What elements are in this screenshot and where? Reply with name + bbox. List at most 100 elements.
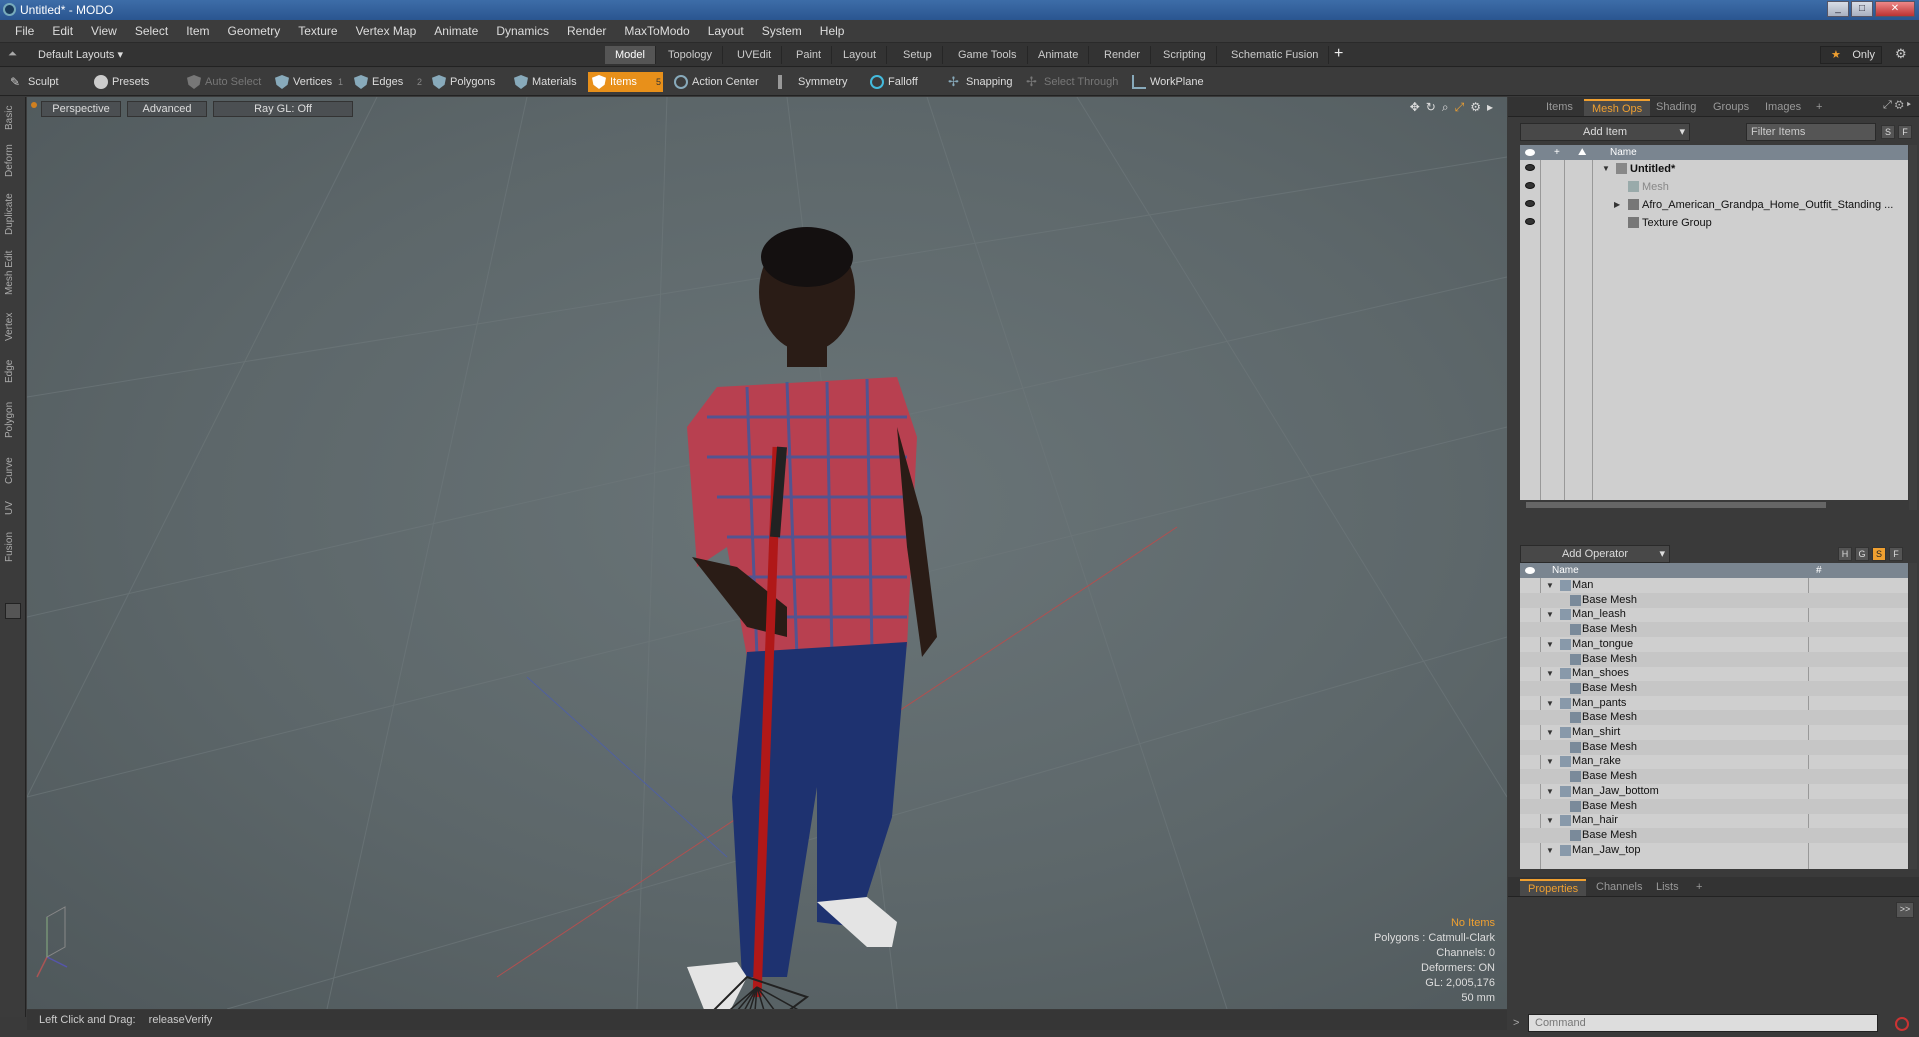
filter-f-button[interactable]: F — [1898, 125, 1912, 139]
items-vscroll[interactable] — [1909, 145, 1917, 510]
add-item-dropdown[interactable]: Add Item ▾ — [1520, 123, 1690, 141]
close-button[interactable]: ✕ — [1875, 1, 1915, 17]
collapse-arrow-icon[interactable]: ▼ — [1546, 666, 1554, 681]
menu-texture[interactable]: Texture — [289, 24, 346, 38]
vtab-deform[interactable]: Deform — [4, 141, 22, 181]
tab-properties[interactable]: Properties — [1520, 879, 1587, 896]
menu-file[interactable]: File — [6, 24, 43, 38]
symmetry-button[interactable]: Symmetry — [772, 72, 862, 92]
operator-row[interactable]: ▼ Man_tongue — [1520, 637, 1908, 652]
item-row-texture-group[interactable]: Texture Group — [1520, 214, 1908, 232]
operator-row-base-mesh[interactable]: Base Mesh — [1520, 798, 1908, 814]
vtab-polygon[interactable]: Polygon — [4, 395, 22, 445]
filter-h-button[interactable]: H — [1838, 547, 1852, 561]
only-toggle[interactable]: ★ Only — [1820, 46, 1882, 64]
sculpt-button[interactable]: ✎ Sculpt — [6, 72, 86, 92]
vtab-curve[interactable]: Curve — [4, 453, 22, 489]
menu-animate[interactable]: Animate — [425, 24, 487, 38]
menu-dynamics[interactable]: Dynamics — [487, 24, 558, 38]
menu-view[interactable]: View — [82, 24, 126, 38]
menu-select[interactable]: Select — [126, 24, 177, 38]
tab-game-tools[interactable]: Game Tools — [948, 46, 1028, 64]
menu-layout[interactable]: Layout — [699, 24, 753, 38]
menu-item[interactable]: Item — [177, 24, 218, 38]
operator-row-base-mesh[interactable]: Base Mesh — [1520, 710, 1908, 726]
tab-uvedit[interactable]: UVEdit — [727, 46, 783, 64]
operator-row-base-mesh[interactable]: Base Mesh — [1520, 622, 1908, 638]
layout-toggle-icon[interactable]: ⏶ — [8, 48, 20, 60]
vtab-edge[interactable]: Edge — [4, 355, 22, 387]
vtab-mesh-edit[interactable]: Mesh Edit — [4, 247, 22, 299]
viewport-expand-icon[interactable]: ▸ — [1487, 100, 1493, 115]
operator-row[interactable]: ▼ Man_Jaw_bottom — [1520, 784, 1908, 799]
auto-select-button[interactable]: Auto Select — [183, 72, 268, 92]
advanced-dropdown[interactable]: Advanced — [127, 101, 207, 117]
menu-vertex-map[interactable]: Vertex Map — [347, 24, 426, 38]
tab-shading[interactable]: Shading — [1648, 99, 1704, 116]
tab-paint[interactable]: Paint — [786, 46, 833, 64]
menu-render[interactable]: Render — [558, 24, 615, 38]
collapse-arrow-icon[interactable]: ▼ — [1546, 578, 1554, 593]
item-row-scene[interactable]: ▼ Untitled* — [1520, 160, 1908, 178]
collapse-arrow-icon[interactable]: ▼ — [1546, 813, 1554, 828]
minimize-button[interactable]: _ — [1827, 1, 1849, 17]
items-tree-hscroll[interactable] — [1520, 500, 1908, 510]
operator-row-base-mesh[interactable]: Base Mesh — [1520, 592, 1908, 608]
operator-row-base-mesh[interactable]: Base Mesh — [1520, 680, 1908, 696]
3d-viewport[interactable]: Perspective Advanced Ray GL: Off ✥ ↻ ⌕ ⤢… — [27, 97, 1507, 1009]
expand-arrow-icon[interactable]: ▶ — [1614, 196, 1620, 214]
tab-items[interactable]: Items — [1538, 99, 1581, 116]
operator-row[interactable]: ▼ Man_shirt — [1520, 725, 1908, 740]
operator-row[interactable]: ▼ Man_hair — [1520, 813, 1908, 828]
vtab-uv[interactable]: UV — [4, 497, 22, 519]
default-layouts-dropdown[interactable]: Default Layouts ▾ — [38, 46, 123, 64]
menu-system[interactable]: System — [753, 24, 811, 38]
polygons-button[interactable]: Polygons — [428, 72, 503, 92]
collapse-arrow-icon[interactable]: ▼ — [1546, 696, 1554, 711]
tab-render[interactable]: Render — [1094, 46, 1152, 64]
menu-edit[interactable]: Edit — [43, 24, 82, 38]
zoom-view-icon[interactable]: ⌕ — [1442, 100, 1449, 115]
collapse-arrow-icon[interactable]: ▼ — [1546, 754, 1554, 769]
move-view-icon[interactable]: ✥ — [1410, 100, 1420, 115]
meshops-vscroll[interactable] — [1909, 563, 1917, 869]
vtab-duplicate[interactable]: Duplicate — [4, 189, 22, 239]
filter-items-input[interactable]: Filter Items — [1746, 123, 1876, 141]
tab-images[interactable]: Images — [1757, 99, 1809, 116]
tab-channels[interactable]: Channels — [1588, 879, 1650, 896]
falloff-button[interactable]: Falloff — [866, 72, 936, 92]
visibility-eye-icon[interactable] — [1525, 218, 1535, 225]
visibility-eye-icon[interactable] — [1525, 164, 1535, 171]
action-center-button[interactable]: Action Center — [670, 72, 765, 92]
maximize-button[interactable]: □ — [1851, 1, 1873, 17]
collapse-arrow-icon[interactable]: ▼ — [1546, 784, 1554, 799]
tab-topology[interactable]: Topology — [658, 46, 724, 64]
item-row-mesh[interactable]: Mesh — [1520, 178, 1908, 196]
operator-row[interactable]: ▼ Man_shoes — [1520, 666, 1908, 681]
perspective-dropdown[interactable]: Perspective — [41, 101, 121, 117]
command-record-icon[interactable] — [1895, 1017, 1909, 1031]
tab-layout[interactable]: Layout — [833, 46, 888, 64]
tab-mesh-ops[interactable]: Mesh Ops — [1584, 99, 1651, 116]
vtab-vertex[interactable]: Vertex — [4, 307, 22, 347]
viewport-menu-dot[interactable] — [31, 102, 37, 108]
visibility-eye-icon[interactable] — [1525, 182, 1535, 189]
tab-groups[interactable]: Groups — [1705, 99, 1757, 116]
vtab-fusion[interactable]: Fusion — [4, 527, 22, 567]
menu-maxtomodo[interactable]: MaxToModo — [615, 24, 698, 38]
tab-setup[interactable]: Setup — [893, 46, 943, 64]
edges-button[interactable]: Edges — [350, 72, 415, 92]
operator-row[interactable]: ▼ Man_pants — [1520, 696, 1908, 711]
snapping-button[interactable]: ✢ Snapping — [944, 72, 1019, 92]
maximize-view-icon[interactable]: ⤢ — [1455, 100, 1465, 115]
command-input[interactable]: Command — [1528, 1014, 1878, 1032]
materials-button[interactable]: Materials — [510, 72, 585, 92]
menu-help[interactable]: Help — [811, 24, 854, 38]
operator-row-base-mesh[interactable]: Base Mesh — [1520, 651, 1908, 667]
item-row-model[interactable]: ▶ Afro_American_Grandpa_Home_Outfit_Stan… — [1520, 196, 1908, 214]
operator-row[interactable]: ▼ Man — [1520, 578, 1908, 593]
add-operator-dropdown[interactable]: Add Operator ▾ — [1520, 545, 1670, 563]
operator-row[interactable]: ▼ Man_rake — [1520, 754, 1908, 769]
vertices-button[interactable]: Vertices — [271, 72, 341, 92]
tab-animate[interactable]: Animate — [1028, 46, 1090, 64]
